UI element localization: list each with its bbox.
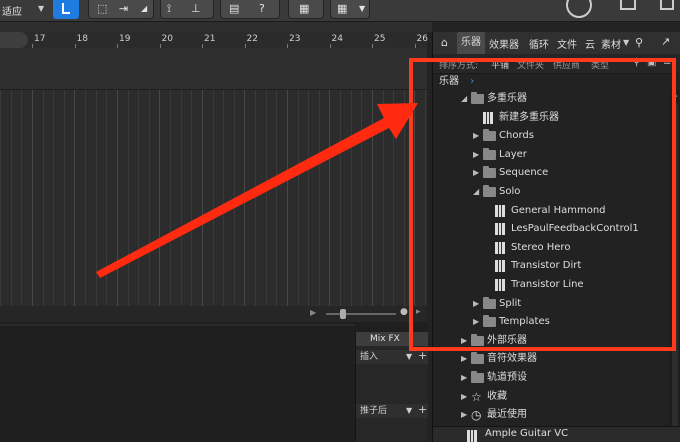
highlight-arrow [96, 103, 418, 278]
